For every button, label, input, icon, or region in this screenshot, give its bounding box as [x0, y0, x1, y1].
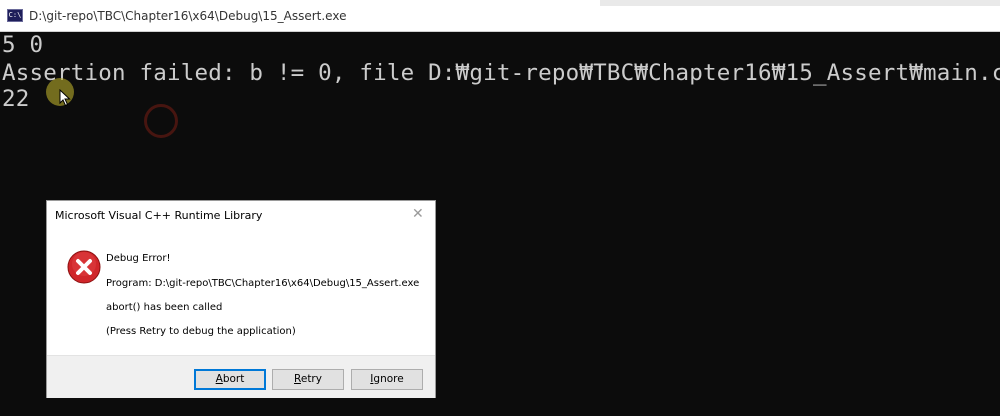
dialog-body: Debug Error! Program: D:\git-repo\TBC\Ch… [47, 233, 435, 355]
background-window-strip [600, 0, 1000, 6]
console-line-2: Assertion failed: b != 0, file D:₩git-re… [2, 60, 1000, 86]
error-program-path: Program: D:\git-repo\TBC\Chapter16\x64\D… [106, 278, 420, 289]
error-message: abort() has been called [106, 302, 223, 313]
error-hint: (Press Retry to debug the application) [106, 326, 296, 337]
console-line-1: 5 0 [2, 32, 44, 58]
console-title-bar[interactable]: C:\ D:\git-repo\TBC\Chapter16\x64\Debug\… [0, 0, 1000, 32]
window-title: D:\git-repo\TBC\Chapter16\x64\Debug\15_A… [29, 9, 347, 23]
close-icon[interactable]: ✕ [412, 207, 424, 221]
dialog-title: Microsoft Visual C++ Runtime Library [55, 209, 263, 222]
error-x-icon [67, 250, 101, 284]
retry-button[interactable]: Retry [272, 369, 344, 390]
ignore-button[interactable]: Ignore [351, 369, 423, 390]
runtime-error-dialog: Microsoft Visual C++ Runtime Library ✕ D… [46, 200, 436, 398]
console-line-3: 22 [2, 86, 30, 112]
dialog-button-bar: Abort Retry Ignore [47, 355, 435, 398]
console-app-icon: C:\ [7, 9, 23, 22]
click-indicator-ring [144, 104, 178, 138]
abort-button[interactable]: Abort [194, 369, 266, 390]
error-heading: Debug Error! [106, 253, 171, 264]
mouse-pointer-icon [59, 89, 71, 107]
